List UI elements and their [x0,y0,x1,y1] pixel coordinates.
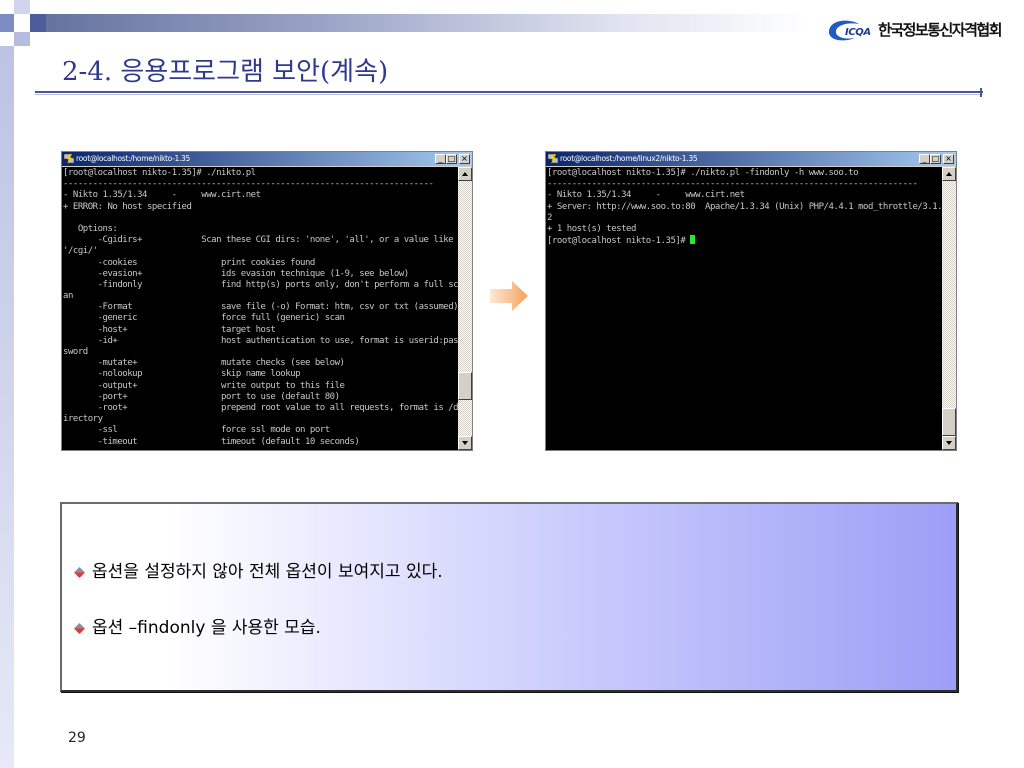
window-title: root@localhost:/home/linux2/nikto-1.35 [560,154,698,163]
terminal-line: -Format save file (-o) Format: htm, csv … [63,302,458,313]
putty-icon [64,154,74,164]
maximize-button[interactable]: □ [930,154,941,164]
terminal-prompt-line: [root@localhost nikto-1.35]# [547,235,942,246]
terminal-line: -generic force full (generic) scan [63,313,345,324]
title-underline-tick [980,88,982,97]
close-button[interactable]: × [943,154,954,164]
maximize-button[interactable]: □ [446,154,457,164]
terminal-cursor [690,235,696,245]
terminal-line: -host+ target host [63,324,276,335]
terminal-line: -root+ prepend root value to all request… [63,402,458,413]
window-titlebar[interactable]: root@localhost:/home/nikto-1.35 _ □ × [62,152,472,166]
diamond-bullet-icon [74,622,85,634]
terminal-line: -cookies print cookies found [63,257,316,268]
terminal-line: 2 [547,212,552,223]
terminal-line: + Server: http://www.soo.to:80 Apache/1.… [547,201,942,212]
close-button[interactable]: × [459,154,470,164]
bullet-item: 옵션을 설정하지 않아 전체 옵션이 보여지고 있다. [74,561,443,583]
scroll-up-button[interactable] [942,167,956,181]
terminal-line: Options: [63,223,118,234]
terminal-line: [root@localhost nikto-1.35]# ./nikto.pl [63,168,256,178]
terminal-line: -evasion+ ids evasion technique (1-9, se… [63,268,410,279]
scroll-up-button[interactable] [458,167,472,181]
scrollbar[interactable] [458,167,472,450]
terminal-line: + 1 host(s) tested [547,223,636,234]
terminal-line: -ssl force ssl mode on port [63,425,331,436]
slide-title: 2-4. 응용프로그램 보안(계속) [62,57,389,87]
window-title: root@localhost:/home/nikto-1.35 [76,154,190,163]
scrollbar[interactable] [942,167,956,450]
scroll-down-button[interactable] [458,436,472,450]
logo-abbr: ICQA [845,27,871,38]
terminal-window-left[interactable]: root@localhost:/home/nikto-1.35 _ □ × [r… [61,151,473,451]
terminal-line: -port+ port to use (default 80) [63,391,340,402]
corner-square [0,14,14,32]
terminal-line: -mutate+ mutate checks (see below) [63,358,345,369]
terminal-line: -findonly find http(s) ports only, don't… [63,279,458,290]
putty-icon [548,154,558,164]
prompt-text: [root@localhost nikto-1.35]# [547,236,691,247]
left-decor-strip [0,46,14,768]
terminal-line: '/cgi/' [63,246,98,257]
terminal-line: ----------------------------------------… [63,179,434,190]
bullet-text: 옵션 –findonly 을 사용한 모습. [92,618,321,638]
window-titlebar[interactable]: root@localhost:/home/linux2/nikto-1.35 _… [546,152,956,166]
scroll-thumb[interactable] [458,371,472,400]
terminal-line: - Nikto 1.35/1.34 - www.cirt.net [547,190,745,201]
corner-square [14,0,30,14]
terminal-line: -nolookup skip name lookup [63,369,301,380]
terminal-line: an [63,291,73,302]
scroll-up-arrow-icon [462,172,468,176]
terminal-line: -Cgidirs+ Scan these CGI dirs: 'none', '… [63,235,454,246]
logo: ICQA 한국정보통신자격협회 [826,18,1018,44]
terminal-line: -output+ write output to this file [63,380,345,391]
terminal-lines: [root@localhost nikto-1.35]# ./nikto.pl … [546,167,942,246]
terminal-line: -timeout timeout (default 10 seconds) [63,436,360,447]
title-underline [35,91,983,95]
bullet-item: 옵션 –findonly 을 사용한 모습. [74,617,321,639]
bullet-text: 옵션을 설정하지 않아 전체 옵션이 보여지고 있다. [92,562,443,582]
logo-org-name: 한국정보통신자격협회 [878,21,1003,39]
terminal-lines: [root@localhost nikto-1.35]# ./nikto.pl -… [62,167,458,448]
terminal-line: sword [63,347,88,357]
scroll-up-arrow-icon [946,172,952,176]
notes-box: 옵션을 설정하지 않아 전체 옵션이 보여지고 있다. 옵션 –findonly… [60,502,958,692]
page-number: 29 [68,730,86,746]
scroll-down-arrow-icon [946,441,952,445]
scroll-thumb[interactable] [942,408,956,436]
corner-square [30,14,46,32]
minimize-button[interactable]: _ [919,154,930,164]
terminal-line: + ERROR: No host specified [63,201,192,212]
terminal-line: - Nikto 1.35/1.34 - www.cirt.net [63,190,261,201]
scroll-down-button[interactable] [942,436,956,450]
terminal-line: -id+ host authentication to use, format … [63,335,458,346]
terminal-line: [root@localhost nikto-1.35]# ./nikto.pl … [547,168,859,178]
scroll-down-arrow-icon [462,441,468,445]
arrow-right-icon [490,281,528,311]
minimize-button[interactable]: _ [435,154,446,164]
terminal-output[interactable]: [root@localhost nikto-1.35]# ./nikto.pl -… [62,167,458,450]
terminal-history: [root@localhost nikto-1.35]# ./nikto.pl … [547,168,942,235]
terminal-line: ----------------------------------------… [547,179,918,190]
terminal-output[interactable]: [root@localhost nikto-1.35]# ./nikto.pl … [546,167,942,450]
terminal-window-right[interactable]: root@localhost:/home/linux2/nikto-1.35 _… [545,151,957,451]
terminal-line: irectory [63,414,103,425]
diamond-bullet-icon [74,566,85,578]
corner-square [14,32,30,46]
